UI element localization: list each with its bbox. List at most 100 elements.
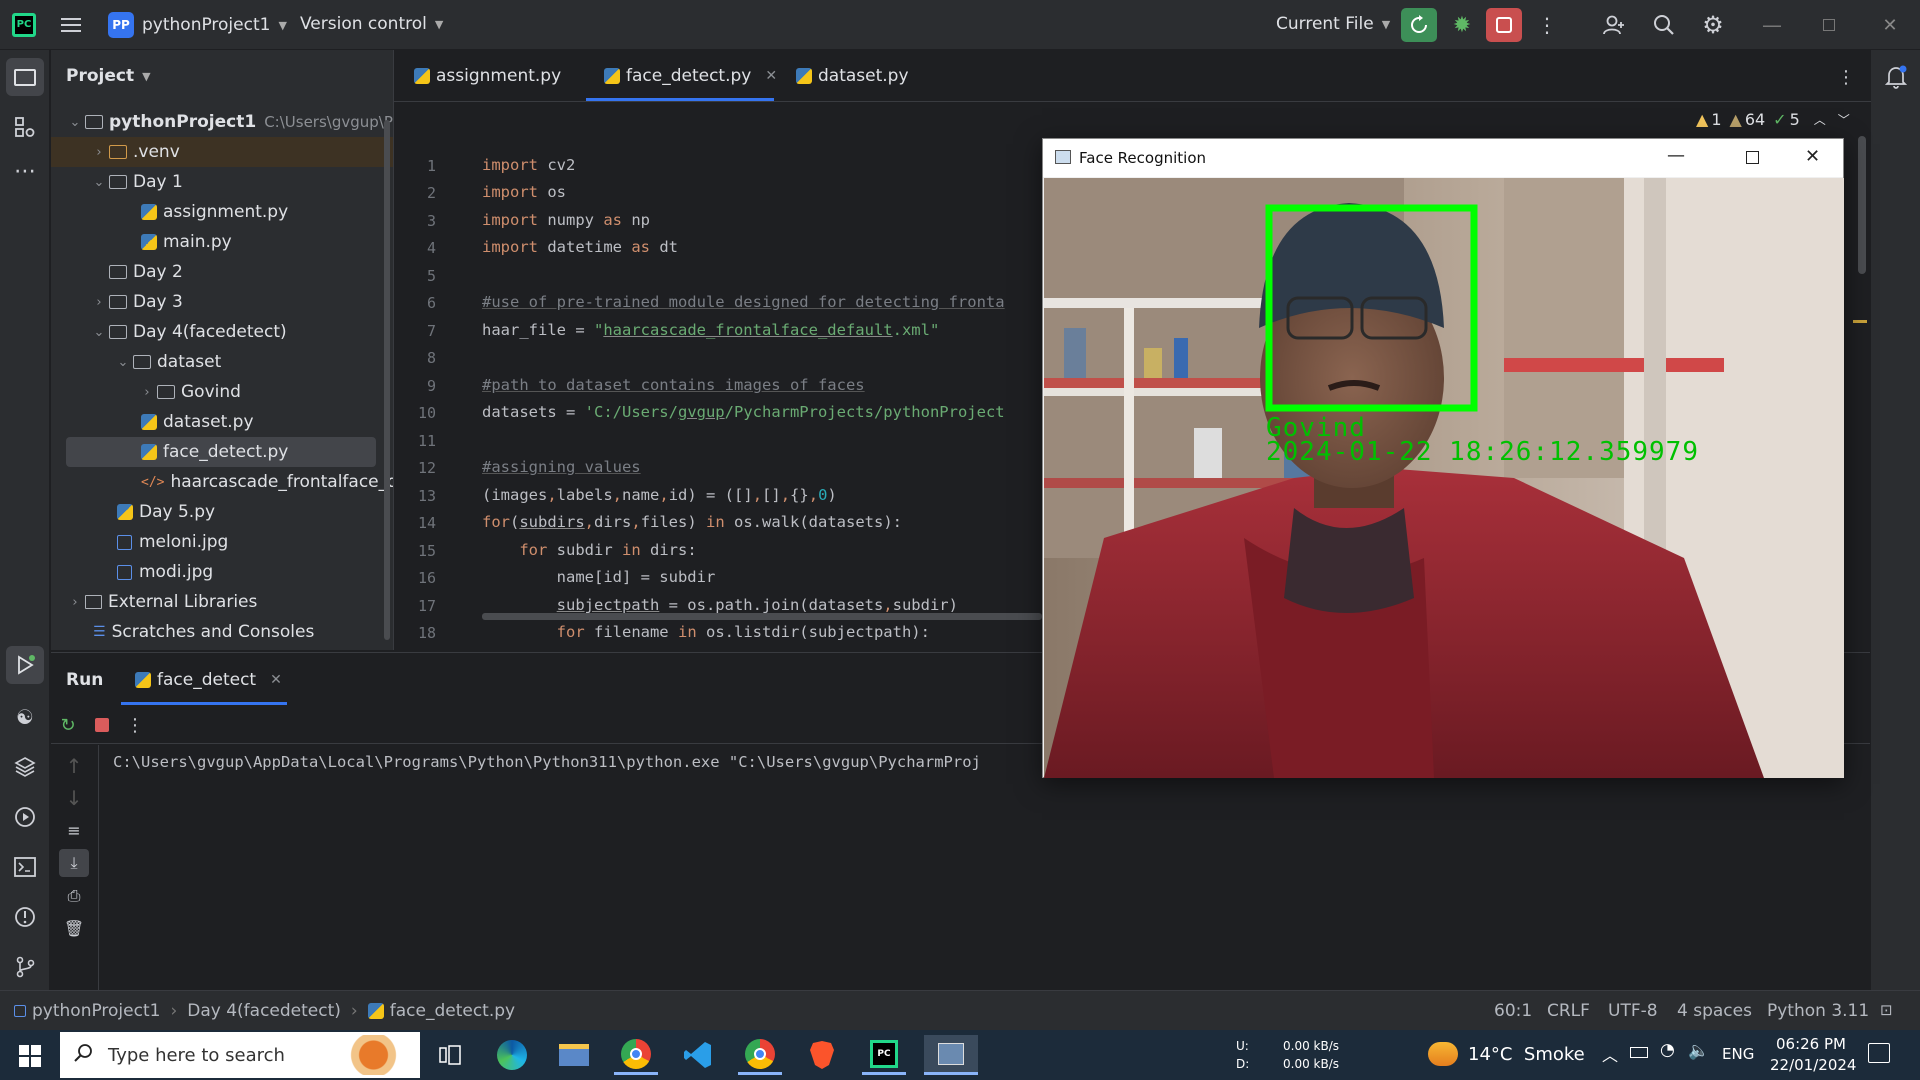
next-highlight-icon[interactable]: ﹀ <box>1838 111 1850 128</box>
line-separator[interactable]: CRLF <box>1547 1001 1590 1021</box>
previous-highlight-icon[interactable]: ︿ <box>1814 111 1826 128</box>
weather-widget[interactable]: 14°C Smoke <box>1428 1042 1585 1066</box>
tree-item-main[interactable]: main.py <box>51 227 393 257</box>
python-console-icon[interactable]: ☯ <box>6 698 44 736</box>
code-content[interactable]: import cv2 import os import numpy as np … <box>394 104 1054 649</box>
trash-icon[interactable]: 🗑 <box>61 915 87 941</box>
breadcrumb-item[interactable]: Day 4(facedetect) <box>187 1001 341 1021</box>
battery-icon[interactable] <box>1630 1047 1648 1058</box>
volume-icon[interactable]: 🔈 <box>1688 1041 1709 1061</box>
tree-item-meloni[interactable]: meloni.jpg <box>51 527 393 557</box>
maximize-window-icon[interactable] <box>1812 10 1846 40</box>
tab-options-icon[interactable]: ⋮ <box>1834 64 1858 90</box>
tab-face-detect[interactable]: face_detect.py ✕ <box>604 66 777 86</box>
clock-time[interactable]: 06:26 PM <box>1776 1035 1846 1053</box>
clock-date[interactable]: 22/01/2024 <box>1770 1056 1856 1074</box>
soft-wrap-icon[interactable]: ≡ <box>61 817 87 843</box>
notification-center-icon[interactable] <box>1868 1043 1890 1063</box>
python-packages-icon[interactable] <box>6 748 44 786</box>
tree-item-scratches[interactable]: ☰ Scratches and Consoles <box>51 617 393 647</box>
close-window-icon[interactable]: ✕ <box>1870 10 1910 40</box>
tree-item-haarcascade[interactable]: </> haarcascade_frontalface_defa <box>51 467 393 497</box>
inspection-widget[interactable]: ▲ 1 ▲ 64 ✓ 5 ︿ ﹀ <box>1696 110 1850 129</box>
tree-item-day5[interactable]: Day 5.py <box>51 497 393 527</box>
file-encoding[interactable]: UTF-8 <box>1608 1001 1658 1021</box>
down-arrow-icon[interactable]: ↓ <box>61 785 87 811</box>
run-tool-icon[interactable] <box>6 646 44 684</box>
main-menu-icon[interactable] <box>58 12 84 38</box>
caret-position[interactable]: 60:1 <box>1494 1001 1532 1021</box>
tree-item-day3[interactable]: › Day 3 <box>51 287 393 317</box>
tree-item-govind[interactable]: › Govind <box>51 377 393 407</box>
edge-browser-icon[interactable] <box>490 1035 534 1075</box>
brave-browser-icon[interactable] <box>800 1035 844 1075</box>
close-icon[interactable]: ✕ <box>1805 146 1820 167</box>
pycharm-logo-icon[interactable]: PC <box>12 13 36 37</box>
show-hidden-icons-icon[interactable]: ︿ <box>1602 1042 1618 1066</box>
services-icon[interactable] <box>6 798 44 836</box>
tab-dataset[interactable]: dataset.py <box>796 66 909 86</box>
project-widget[interactable]: PP pythonProject1 ▼ <box>108 11 287 39</box>
lock-icon[interactable]: ⊡ <box>1880 1001 1893 1019</box>
language-indicator[interactable]: ENG <box>1722 1045 1754 1063</box>
terminal-icon[interactable] <box>6 848 44 886</box>
project-panel-header[interactable]: Project ▼ <box>66 66 151 86</box>
tree-item-face-detect[interactable]: face_detect.py <box>66 437 376 467</box>
close-tab-icon[interactable]: ✕ <box>270 672 282 688</box>
error-stripe-mark[interactable] <box>1853 320 1867 323</box>
tree-item-modi[interactable]: modi.jpg <box>51 557 393 587</box>
breadcrumb-item[interactable]: pythonProject1 <box>32 1001 160 1021</box>
close-tab-icon[interactable]: ✕ <box>765 68 777 84</box>
minimize-window-icon[interactable]: — <box>1755 10 1789 40</box>
settings-gear-icon[interactable]: ⚙ <box>1696 10 1730 40</box>
vscode-icon[interactable] <box>676 1035 720 1075</box>
scroll-to-end-icon[interactable]: ⤓ <box>59 849 89 877</box>
rerun-button[interactable] <box>1401 8 1437 42</box>
search-icon[interactable] <box>1647 10 1681 40</box>
tree-item-day1[interactable]: ⌄ Day 1 <box>51 167 393 197</box>
stop-button[interactable] <box>1486 8 1522 42</box>
debug-icon[interactable]: ✹ <box>1446 10 1478 40</box>
wifi-icon[interactable]: ◔ <box>1660 1040 1675 1060</box>
run-config-selector[interactable]: Current File ▼ <box>1276 14 1390 34</box>
tree-item-root[interactable]: ⌄ pythonProject1 C:\Users\gvgup\P <box>51 107 393 137</box>
console-output[interactable]: C:\Users\gvgup\AppData\Local\Programs\Py… <box>113 753 1093 771</box>
tree-item-dataset-py[interactable]: dataset.py <box>51 407 393 437</box>
maximize-icon[interactable] <box>1746 151 1759 164</box>
problems-icon[interactable] <box>6 898 44 936</box>
tree-item-external-libraries[interactable]: › External Libraries <box>51 587 393 617</box>
notifications-bell-icon[interactable] <box>1879 60 1913 94</box>
chrome-profile-icon[interactable] <box>738 1035 782 1075</box>
taskbar-search-box[interactable]: Type here to search <box>60 1032 420 1078</box>
face-window-titlebar[interactable]: Face Recognition — ✕ <box>1043 139 1843 177</box>
chrome-icon[interactable] <box>614 1035 658 1075</box>
more-tools-icon[interactable]: ⋯ <box>6 156 44 186</box>
python-interpreter[interactable]: Python 3.11 <box>1767 1001 1869 1021</box>
add-user-icon[interactable] <box>1597 10 1631 40</box>
vertical-scrollbar[interactable] <box>1858 136 1866 274</box>
run-tab-face-detect[interactable]: face_detect ✕ <box>135 670 282 690</box>
pycharm-taskbar-icon[interactable]: PC <box>862 1035 906 1075</box>
version-control-widget[interactable]: Version control ▼ <box>300 14 443 34</box>
indent-setting[interactable]: 4 spaces <box>1677 1001 1752 1021</box>
python-window-icon[interactable] <box>924 1035 978 1075</box>
git-icon[interactable] <box>6 948 44 986</box>
print-icon[interactable]: ⎙ <box>61 883 87 909</box>
tab-assignment[interactable]: assignment.py <box>414 66 561 86</box>
task-view-icon[interactable] <box>428 1035 472 1075</box>
tree-item-day2[interactable]: Day 2 <box>51 257 393 287</box>
file-explorer-icon[interactable] <box>552 1035 596 1075</box>
more-actions-icon[interactable]: ⋮ <box>1535 10 1559 40</box>
tree-item-venv[interactable]: › .venv <box>51 137 393 167</box>
structure-tool-icon[interactable] <box>6 108 44 146</box>
up-arrow-icon[interactable]: ↑ <box>61 753 87 779</box>
tree-item-dataset-folder[interactable]: ⌄ dataset <box>51 347 393 377</box>
tree-item-day4[interactable]: ⌄ Day 4(facedetect) <box>51 317 393 347</box>
tree-item-assignment[interactable]: assignment.py <box>51 197 393 227</box>
more-options-icon[interactable]: ⋮ <box>123 712 147 738</box>
horizontal-scrollbar[interactable] <box>482 613 1042 620</box>
windows-start-icon[interactable] <box>10 1038 50 1074</box>
breadcrumb-item[interactable]: face_detect.py <box>390 1001 515 1021</box>
stop-icon[interactable] <box>89 712 115 738</box>
project-scrollbar[interactable] <box>384 120 390 640</box>
